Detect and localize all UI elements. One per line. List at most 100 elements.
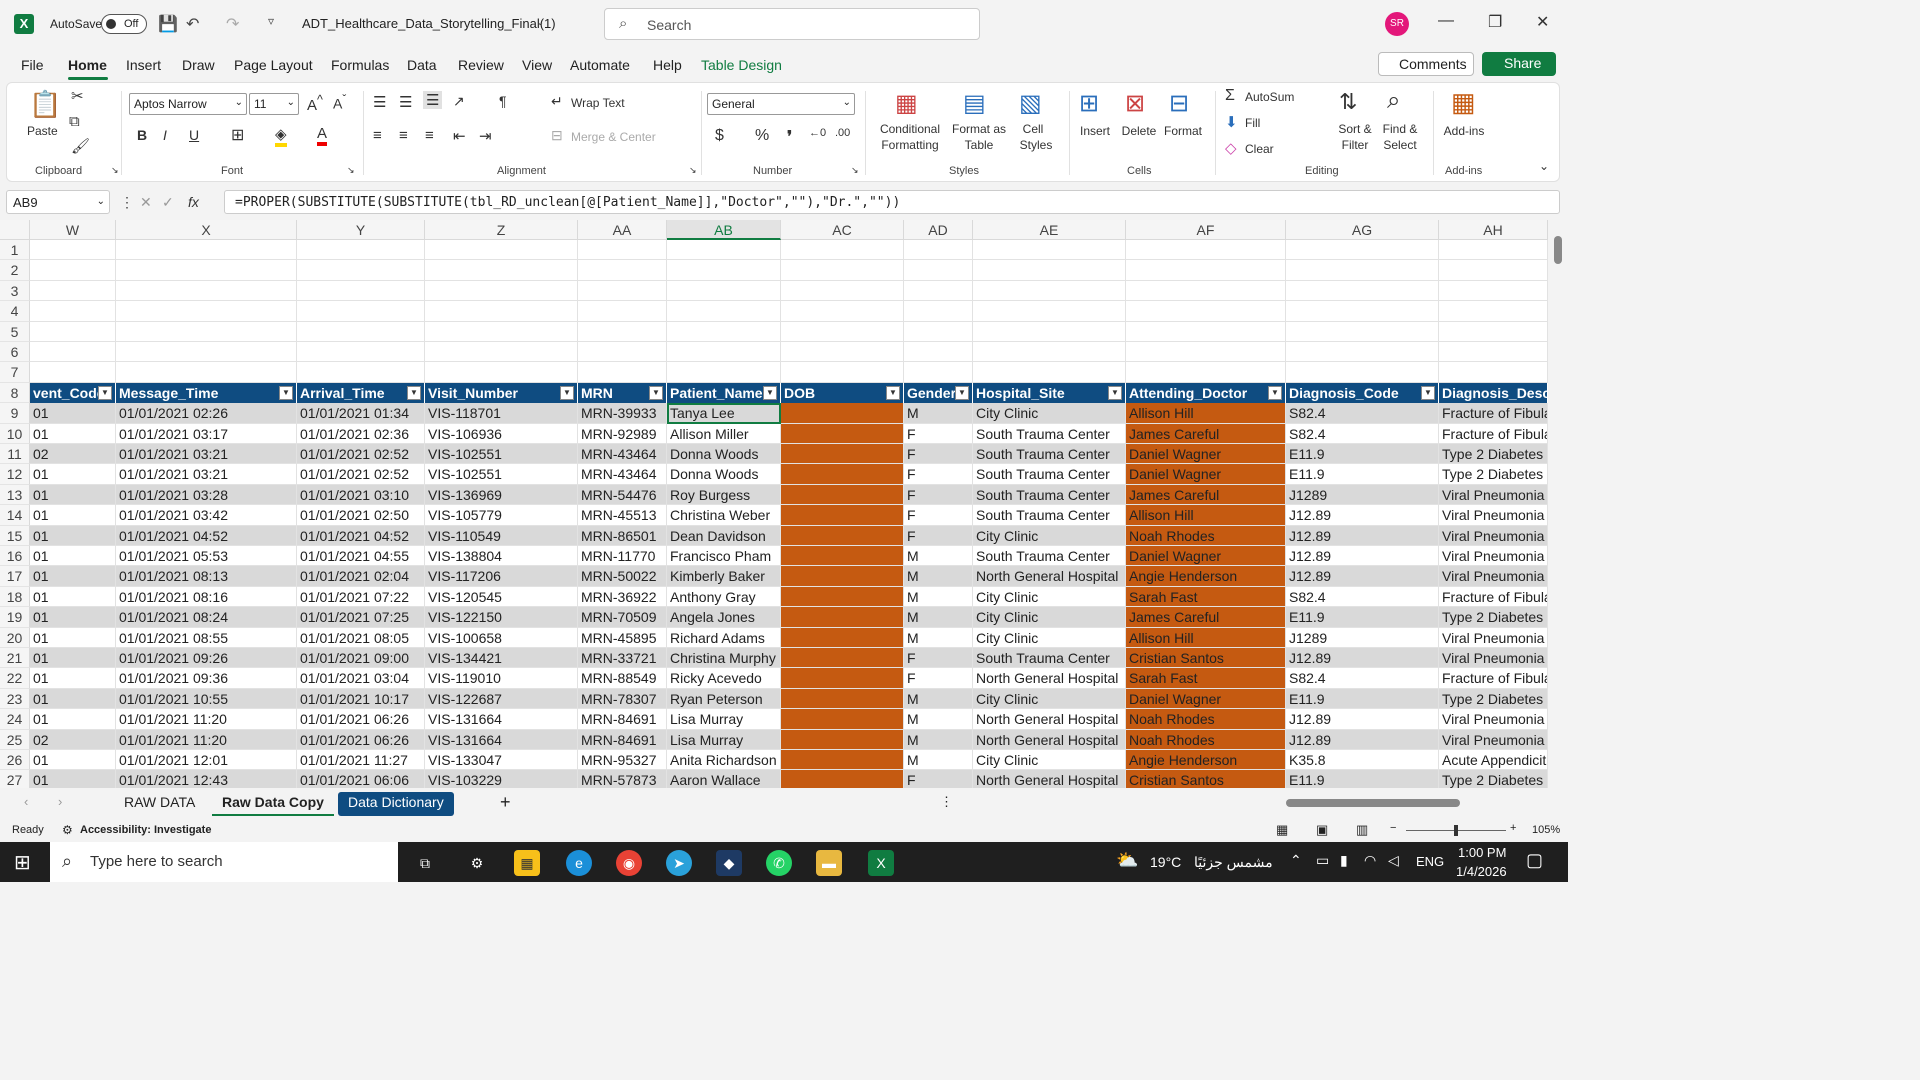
- row-header-1[interactable]: 1: [0, 240, 30, 261]
- table-cell[interactable]: 02: [30, 444, 116, 465]
- table-cell[interactable]: J12.89: [1286, 525, 1439, 546]
- table-cell[interactable]: M: [904, 566, 973, 587]
- copy-icon[interactable]: ⧉: [69, 113, 80, 130]
- alignment-launcher-icon[interactable]: ↘: [689, 165, 697, 176]
- table-cell[interactable]: South Trauma Center: [973, 648, 1126, 669]
- table-cell[interactable]: M: [904, 709, 973, 730]
- clock-date[interactable]: 1/4/2026: [1456, 864, 1507, 879]
- table-cell[interactable]: VIS-134421: [425, 648, 578, 669]
- empty-cell[interactable]: [781, 362, 904, 383]
- table-cell[interactable]: Donna Woods: [667, 444, 781, 465]
- table-cell[interactable]: 01/01/2021 06:26: [297, 729, 425, 750]
- font-color-icon[interactable]: A: [317, 125, 328, 146]
- clipboard-launcher-icon[interactable]: ↘: [111, 165, 119, 176]
- table-header-cell[interactable]: Diagnosis_Code ▼: [1286, 382, 1439, 404]
- sheet-tab-raw-data[interactable]: RAW DATA: [114, 792, 205, 816]
- table-cell[interactable]: VIS-102551: [425, 444, 578, 465]
- customize-qat-icon[interactable]: ▿: [268, 14, 274, 28]
- row-header-16[interactable]: 16: [0, 546, 30, 567]
- scroll-thumb[interactable]: [1554, 236, 1562, 264]
- table-cell[interactable]: S82.4: [1286, 668, 1439, 689]
- page-layout-view-icon[interactable]: ▣: [1316, 822, 1328, 838]
- merge-center-icon[interactable]: ⊟: [551, 127, 563, 144]
- increase-indent-icon[interactable]: ⇥: [479, 127, 492, 145]
- filter-dropdown-icon[interactable]: ▼: [407, 385, 421, 400]
- accessibility-status[interactable]: Accessibility: Investigate: [80, 824, 211, 836]
- orientation-icon[interactable]: ↗: [453, 93, 465, 110]
- table-header-cell[interactable]: MRN ▼: [578, 382, 667, 404]
- minimize-icon[interactable]: —: [1438, 12, 1454, 30]
- table-header-cell[interactable]: DOB ▼: [781, 382, 904, 404]
- empty-cell[interactable]: [1126, 342, 1286, 363]
- table-cell[interactable]: 01/01/2021 06:06: [297, 770, 425, 788]
- table-cell[interactable]: 02: [30, 729, 116, 750]
- filter-dropdown-icon[interactable]: ▼: [763, 385, 777, 400]
- table-cell[interactable]: City Clinic: [973, 586, 1126, 608]
- table-cell[interactable]: North General Hospital: [973, 668, 1126, 689]
- empty-cell[interactable]: [973, 260, 1126, 281]
- table-header-cell[interactable]: Diagnosis_Desc: [1439, 382, 1548, 404]
- column-header-af[interactable]: AF: [1126, 220, 1286, 240]
- volume-icon[interactable]: ◁: [1388, 852, 1399, 869]
- row-header-10[interactable]: 10: [0, 423, 30, 444]
- autosave-toggle[interactable]: Off: [101, 14, 147, 34]
- column-header-x[interactable]: X: [116, 220, 297, 240]
- table-cell[interactable]: Noah Rhodes: [1126, 729, 1286, 750]
- table-cell[interactable]: VIS-119010: [425, 668, 578, 689]
- table-cell[interactable]: 01: [30, 648, 116, 669]
- format-as-table-icon[interactable]: ▤: [963, 89, 986, 118]
- table-cell[interactable]: 01/01/2021 12:43: [116, 770, 297, 788]
- table-cell[interactable]: James Careful: [1126, 423, 1286, 444]
- empty-cell[interactable]: [667, 260, 781, 281]
- empty-cell[interactable]: [781, 321, 904, 342]
- empty-cell[interactable]: [116, 362, 297, 383]
- table-cell[interactable]: [781, 505, 904, 526]
- table-cell[interactable]: M: [904, 750, 973, 771]
- table-cell[interactable]: Type 2 Diabetes: [1439, 444, 1548, 465]
- empty-cell[interactable]: [30, 362, 116, 383]
- empty-cell[interactable]: [1126, 280, 1286, 302]
- add-sheet-icon[interactable]: +: [500, 792, 511, 813]
- row-header-27[interactable]: 27: [0, 770, 30, 788]
- table-cell[interactable]: Type 2 Diabetes: [1439, 688, 1548, 710]
- empty-cell[interactable]: [425, 280, 578, 302]
- column-header-aa[interactable]: AA: [578, 220, 667, 240]
- table-cell[interactable]: MRN-45895: [578, 627, 667, 648]
- table-cell[interactable]: 01/01/2021 08:13: [116, 566, 297, 587]
- empty-cell[interactable]: [425, 301, 578, 322]
- insert-cells-button[interactable]: Insert: [1075, 123, 1115, 139]
- table-cell[interactable]: VIS-122150: [425, 607, 578, 628]
- file-title[interactable]: ADT_Healthcare_Data_Storytelling_Final(1…: [302, 16, 556, 31]
- table-cell[interactable]: James Careful: [1126, 484, 1286, 506]
- table-cell[interactable]: City Clinic: [973, 627, 1126, 648]
- comments-button[interactable]: Comments: [1378, 52, 1474, 76]
- table-cell[interactable]: MRN-95327: [578, 750, 667, 771]
- table-cell[interactable]: MRN-70509: [578, 607, 667, 628]
- column-header-y[interactable]: Y: [297, 220, 425, 240]
- table-cell[interactable]: North General Hospital: [973, 770, 1126, 788]
- paste-icon[interactable]: 📋: [29, 89, 61, 123]
- cell-styles-icon[interactable]: ▧: [1019, 89, 1042, 118]
- empty-cell[interactable]: [1439, 362, 1548, 383]
- insert-function-icon[interactable]: fx: [188, 194, 199, 210]
- empty-cell[interactable]: [116, 260, 297, 281]
- table-header-cell[interactable]: Visit_Number ▼: [425, 382, 578, 404]
- table-cell[interactable]: 01/01/2021 11:20: [116, 709, 297, 730]
- settings-icon[interactable]: ⚙: [464, 850, 490, 876]
- empty-cell[interactable]: [30, 260, 116, 281]
- table-cell[interactable]: K35.8: [1286, 750, 1439, 771]
- empty-cell[interactable]: [116, 280, 297, 302]
- table-cell[interactable]: South Trauma Center: [973, 464, 1126, 485]
- table-cell[interactable]: S82.4: [1286, 403, 1439, 424]
- empty-cell[interactable]: [1439, 240, 1548, 261]
- table-cell[interactable]: Dean Davidson: [667, 525, 781, 546]
- empty-cell[interactable]: [297, 240, 425, 261]
- empty-cell[interactable]: [1439, 280, 1548, 302]
- conditional-formatting-icon[interactable]: ▦: [895, 89, 918, 118]
- table-cell[interactable]: South Trauma Center: [973, 444, 1126, 465]
- empty-cell[interactable]: [1439, 342, 1548, 363]
- table-cell[interactable]: E11.9: [1286, 607, 1439, 628]
- empty-cell[interactable]: [578, 301, 667, 322]
- empty-cell[interactable]: [667, 240, 781, 261]
- table-cell[interactable]: 01/01/2021 09:00: [297, 648, 425, 669]
